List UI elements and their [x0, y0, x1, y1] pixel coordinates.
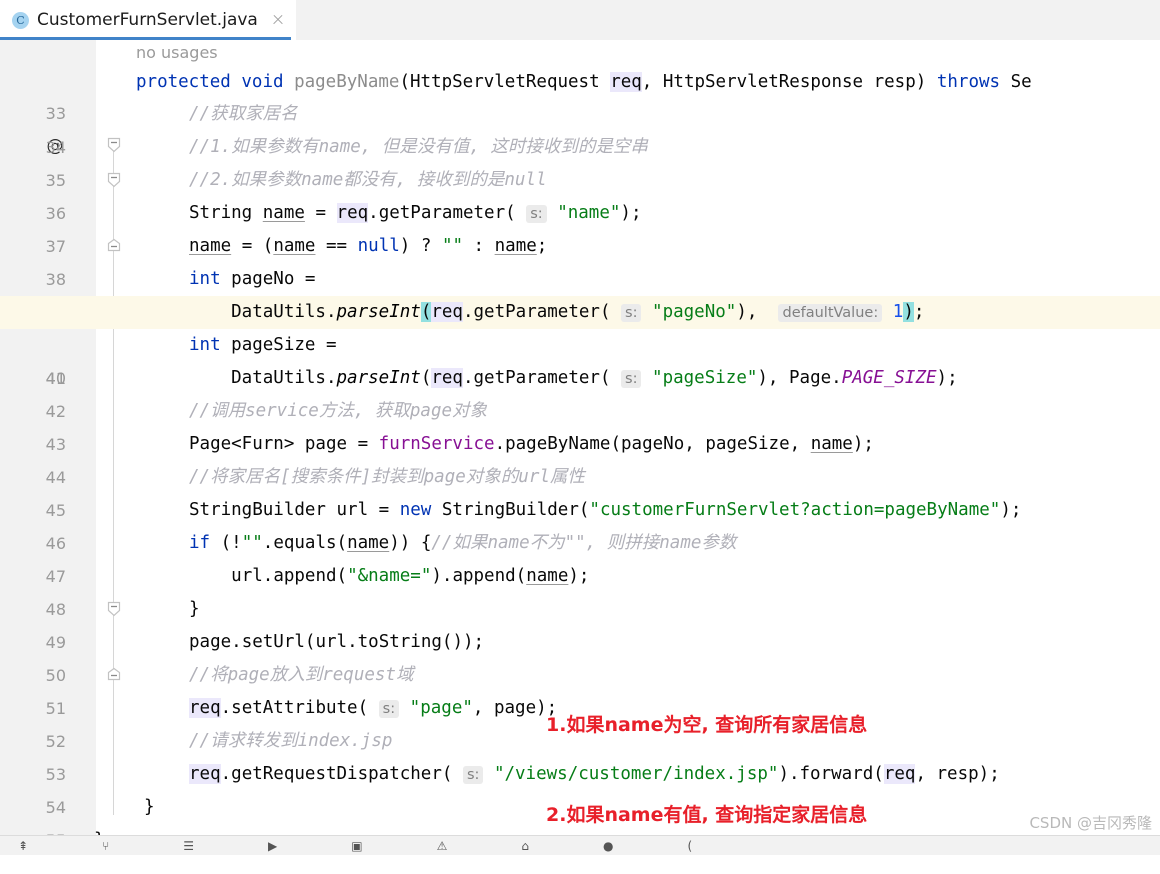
watermark: CSDN @吉冈秀隆 [1029, 814, 1152, 832]
bottom-tool-icons: ⇞ ⑂ ☰ ▶ ▣ ⚠ ⌂ ● ( [0, 836, 1160, 855]
debug-icon[interactable]: ● [603, 839, 613, 853]
run-icon[interactable]: ▶ [268, 839, 277, 853]
build-icon[interactable]: ⌂ [521, 839, 529, 853]
more-icon[interactable]: ( [687, 839, 692, 853]
code-line-45: 45 //将家居名[搜索条件]封装到page对象的url属性 [0, 461, 1160, 520]
todo-icon[interactable]: ☰ [183, 839, 194, 853]
code-text: //2.如果参数name都没有, 接收到的是null [189, 170, 547, 190]
terminal-icon[interactable]: ▣ [351, 839, 362, 853]
warning-icon[interactable]: ⚠ [437, 839, 448, 853]
git-icon[interactable]: ⑂ [102, 839, 109, 853]
param-hint-s: s: [621, 370, 642, 388]
code-line-37: 37 String name = req.getParameter( s: "n… [0, 197, 1160, 256]
code-text: name = (name == null) ? "" : name; [189, 236, 548, 256]
fold-collapse-icon[interactable] [106, 535, 122, 617]
param-hint-s: s: [621, 304, 642, 322]
red-annotation-line-1: 1.如果name为空, 查询所有家居信息 [546, 714, 868, 736]
code-text: String name = req.getParameter( s: "name… [189, 203, 642, 223]
code-text: int pageNo = [189, 269, 316, 289]
code-text: //获取家居名 [189, 104, 298, 124]
fold-region-icon[interactable] [106, 799, 122, 816]
code-text: protected void pageByName(HttpServletReq… [136, 72, 1032, 92]
code-text: StringBuilder url = new StringBuilder("c… [189, 500, 1022, 520]
code-text: //请求转发到index.jsp [189, 731, 393, 751]
code-text: Page<Furn> page = furnService.pageByName… [189, 434, 874, 454]
tab-label: CustomerFurnServlet.java [37, 10, 258, 30]
code-line-44: 44 Page<Furn> page = furnService.pageByN… [0, 428, 1160, 487]
java-class-icon: C [12, 11, 29, 29]
code-line-33: 33 @ protected void pageByName(HttpServl… [0, 66, 1160, 156]
fold-region-icon[interactable] [106, 172, 122, 252]
code-text: if (!"".equals(name)) {//如果name不为"", 则拼接… [189, 533, 737, 553]
bottom-tool-bar[interactable]: ⇞ ⑂ ☰ ▶ ▣ ⚠ ⌂ ● ( [0, 835, 1160, 855]
code-line-35: 35 //1.如果参数有name, 但是没有值, 这时接收到的是空串 [0, 131, 1160, 190]
code-line-46: 46 StringBuilder url = new StringBuilder… [0, 494, 1160, 553]
param-hint-s: s: [378, 700, 400, 718]
code-line-34: 34 //获取家居名 [0, 98, 1160, 188]
code-text: //调用service方法, 获取page对象 [189, 401, 488, 421]
close-icon[interactable] [270, 12, 286, 28]
code-text: DataUtils.parseInt(req.getParameter( s: … [189, 368, 958, 388]
code-text: url.append("&name=").append(name); [231, 566, 590, 586]
red-annotation-overlay: 1.如果name为空, 查询所有家居信息 2.如果name有值, 查询指定家居信… [546, 650, 867, 855]
red-annotation-line-2: 2.如果name有值, 查询指定家居信息 [546, 804, 868, 826]
code-text: } [144, 797, 155, 817]
code-line-49: 49 } [0, 593, 1160, 681]
fold-region-icon[interactable] [106, 601, 122, 681]
code-text: //1.如果参数有name, 但是没有值, 这时接收到的是空串 [189, 137, 648, 157]
param-hint-s: s: [526, 205, 547, 223]
fold-collapse-icon[interactable] [106, 73, 122, 153]
code-text: page.setUrl(url.toString()); [189, 632, 485, 652]
code-line-38: 38 name = (name == null) ? "" : name; [0, 230, 1160, 289]
param-hint-s: s: [462, 766, 484, 784]
code-line-47: 47 if (!"".equals(name)) {//如果name不为"", … [0, 527, 1160, 617]
code-line-42: 42 DataUtils.parseInt(req.getParameter( … [0, 362, 1160, 421]
code-text: req.setAttribute( s: "page", page); [189, 698, 558, 718]
fold-collapse-icon[interactable] [106, 106, 122, 188]
code-editor[interactable]: no usages 33 @ protected void pageByName… [0, 40, 1160, 855]
code-line-48: 48 url.append("&name=").append(name); [0, 560, 1160, 619]
inlay-no-usages[interactable]: no usages [136, 40, 218, 66]
tab-customerfurnservlet[interactable]: C CustomerFurnServlet.java [0, 0, 296, 40]
param-hint-defaultvalue: defaultValue: [778, 304, 883, 322]
code-text: int pageSize = [189, 335, 337, 355]
code-text: //将page放入到request域 [189, 665, 414, 685]
code-text: } [189, 599, 200, 619]
code-line-40: 40 DataUtils.parseInt(req.getParameter( … [0, 296, 1160, 388]
code-text: DataUtils.parseInt(req.getParameter( s: … [189, 302, 925, 322]
code-line-43: 43 //调用service方法, 获取page对象 [0, 395, 1160, 454]
inlay-row-no-usages: no usages [0, 40, 1160, 66]
code-text: //将家居名[搜索条件]封装到page对象的url属性 [189, 467, 585, 487]
vertical-scrollbar[interactable] [1151, 40, 1160, 855]
code-line-36: 36 //2.如果参数name都没有, 接收到的是null [0, 164, 1160, 252]
structure-icon[interactable]: ⇞ [18, 839, 28, 853]
code-line-41: 41 int pageSize = [0, 329, 1160, 388]
code-line-39: 39 int pageNo = [0, 263, 1160, 322]
editor-tab-bar: C CustomerFurnServlet.java [0, 0, 1160, 40]
